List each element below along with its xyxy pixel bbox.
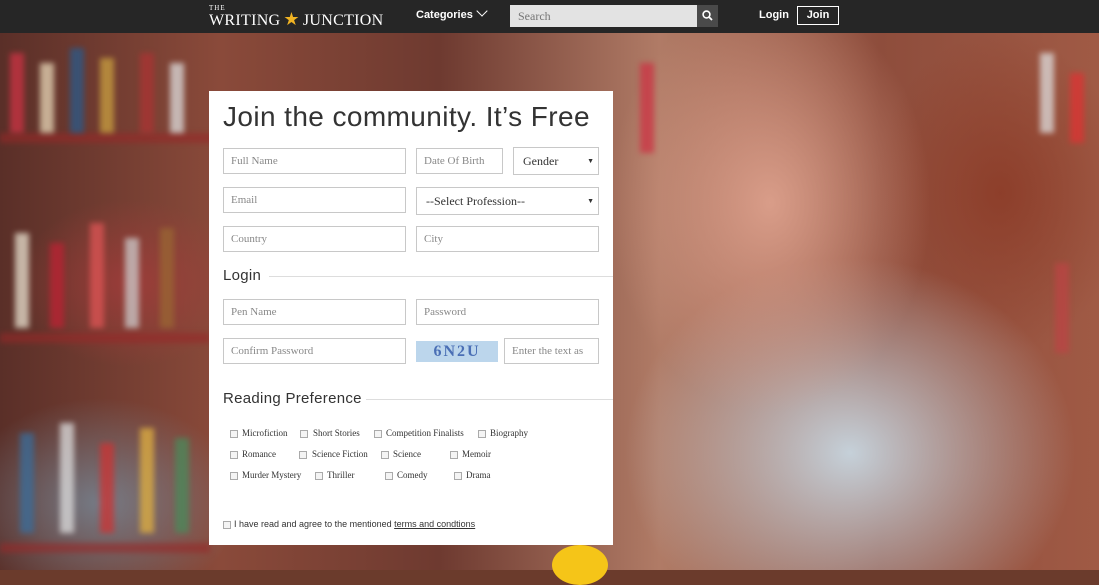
checkbox-murder-mystery[interactable]: [230, 472, 238, 480]
yellow-object: [552, 545, 608, 585]
checkbox-label: Microfiction: [242, 428, 288, 438]
search-button[interactable]: [697, 5, 718, 27]
top-navigation-bar: THE WRITING★JUNCTION Categories Login Jo…: [0, 0, 1099, 33]
logo-left-text: WRITING: [209, 12, 281, 29]
checkbox-science[interactable]: [381, 451, 389, 459]
checkbox-label: Short Stories: [313, 428, 360, 438]
dropdown-arrow-icon: ▼: [587, 157, 594, 165]
section-divider: [366, 399, 613, 400]
categories-menu[interactable]: Categories: [416, 5, 488, 21]
dropdown-arrow-icon: ▼: [587, 197, 594, 205]
terms-link[interactable]: terms and condtions: [394, 519, 475, 529]
confirm-password-field[interactable]: [223, 338, 406, 364]
checkbox-label: Memoir: [462, 449, 491, 459]
join-button[interactable]: Join: [797, 6, 839, 25]
checkbox-label: Biography: [490, 428, 528, 438]
checkbox-short-stories[interactable]: [300, 430, 308, 438]
form-title: Join the community. It’s Free: [223, 101, 590, 132]
gender-value: Gender: [523, 154, 559, 168]
terms-text: I have read and agree to the mentioned t…: [234, 519, 475, 529]
reading-preference-heading: Reading Preference: [223, 390, 362, 407]
checkbox-memoir[interactable]: [450, 451, 458, 459]
checkbox-science-fiction[interactable]: [299, 451, 307, 459]
checkbox-label: Science: [393, 449, 421, 459]
pen-name-field[interactable]: [223, 299, 406, 325]
section-divider: [269, 276, 613, 277]
checkbox-microfiction[interactable]: [230, 430, 238, 438]
email-field[interactable]: [223, 187, 406, 213]
full-name-field[interactable]: [223, 148, 406, 174]
date-of-birth-field[interactable]: [416, 148, 503, 174]
captcha-image: 6N2U: [416, 341, 498, 362]
country-field[interactable]: [223, 226, 406, 252]
checkbox-biography[interactable]: [478, 430, 486, 438]
checkbox-thriller[interactable]: [315, 472, 323, 480]
terms-checkbox[interactable]: [223, 521, 231, 529]
password-field[interactable]: [416, 299, 599, 325]
terms-label: I have read and agree to the mentioned: [234, 519, 392, 529]
checkbox-romance[interactable]: [230, 451, 238, 459]
pen-nib-icon: ★: [283, 9, 300, 29]
checkbox-label: Drama: [466, 470, 491, 480]
checkbox-competition-finalists[interactable]: [374, 430, 382, 438]
checkbox-label: Competition Finalists: [386, 428, 464, 438]
chevron-down-icon: [476, 5, 488, 17]
city-field[interactable]: [416, 226, 599, 252]
profession-value: --Select Profession--: [426, 194, 525, 208]
gender-select[interactable]: Gender ▼: [513, 147, 599, 175]
signup-form-panel: Join the community. It’s Free Gender ▼ -…: [209, 91, 613, 545]
checkbox-comedy[interactable]: [385, 472, 393, 480]
checkbox-drama[interactable]: [454, 472, 462, 480]
profession-select[interactable]: --Select Profession-- ▼: [416, 187, 599, 215]
search-input[interactable]: [510, 5, 718, 27]
checkbox-label: Romance: [242, 449, 276, 459]
logo-text: WRITING ★ JUNCTION: [209, 9, 383, 30]
checkbox-label: Murder Mystery: [242, 470, 302, 480]
checkbox-label: Science Fiction: [312, 449, 368, 459]
checkbox-label: Comedy: [397, 470, 428, 480]
captcha-input[interactable]: [504, 338, 599, 364]
login-link[interactable]: Login: [759, 9, 789, 21]
search-icon: [702, 10, 713, 21]
checkbox-label: Thriller: [327, 470, 355, 480]
categories-label: Categories: [416, 9, 473, 21]
logo-right-text: JUNCTION: [302, 12, 384, 29]
login-section-heading: Login: [223, 267, 262, 284]
